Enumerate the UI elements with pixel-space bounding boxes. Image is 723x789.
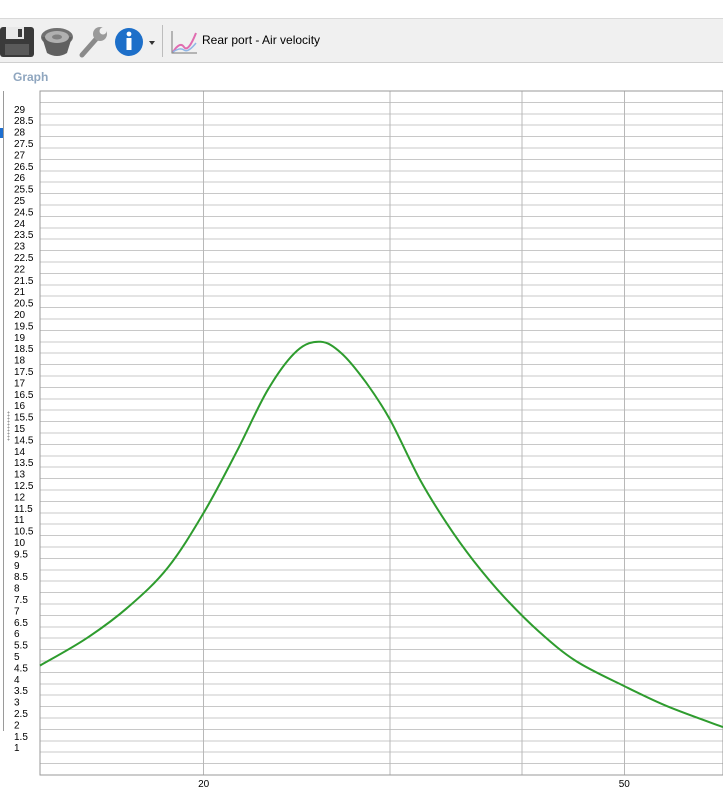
y-tick-label: 15	[14, 424, 26, 435]
y-tick-label: 19	[14, 333, 26, 344]
y-tick-label: 6.5	[14, 618, 28, 629]
y-tick-label: 25	[14, 196, 26, 207]
y-tick-label: 24	[14, 219, 26, 230]
y-tick-label: 10	[14, 538, 26, 549]
y-tick-label: 14	[14, 447, 26, 458]
y-tick-label: 23.5	[14, 230, 34, 241]
y-tick-label: 1.5	[14, 732, 28, 743]
y-tick-label: 12.5	[14, 481, 34, 492]
y-tick-label: 4	[14, 675, 20, 686]
y-tick-label: 16	[14, 401, 26, 412]
y-tick-label: 8	[14, 584, 20, 595]
y-tick-label: 13	[14, 470, 26, 481]
y-tick-label: 3.5	[14, 686, 28, 697]
x-tick-label: 20	[198, 779, 210, 789]
y-tick-label: 25.5	[14, 185, 34, 196]
y-tick-label: 22	[14, 264, 26, 275]
y-tick-label: 4.5	[14, 663, 28, 674]
y-tick-label: 11.5	[14, 504, 33, 515]
y-tick-label: 15.5	[14, 413, 34, 424]
y-tick-label: 26.5	[14, 162, 34, 173]
air-velocity-line	[39, 340, 723, 729]
y-tick-label: 5	[14, 652, 20, 663]
y-tick-label: 5.5	[14, 641, 28, 652]
y-tick-label: 27	[14, 150, 26, 161]
y-tick-label: 21	[14, 287, 26, 298]
y-tick-label: 26	[14, 173, 26, 184]
y-tick-label: 16.5	[14, 390, 34, 401]
y-tick-label: 23	[14, 242, 26, 253]
y-tick-label: 3	[14, 698, 20, 709]
y-tick-label: 7	[14, 606, 20, 617]
y-tick-label: 19.5	[14, 321, 34, 332]
chart-grid	[40, 90, 723, 775]
x-tick-label: 50	[619, 779, 631, 789]
y-tick-label: 17.5	[14, 367, 34, 378]
y-tick-label: 1	[14, 743, 20, 754]
y-tick-label: 9	[14, 561, 20, 572]
y-tick-label: 14.5	[14, 435, 34, 446]
y-tick-label: 11	[14, 515, 25, 526]
y-tick-label: 29	[14, 105, 26, 116]
air-velocity-chart: 11.522.533.544.555.566.577.588.599.51010…	[14, 90, 723, 789]
y-tick-label: 18	[14, 356, 26, 367]
y-tick-label: 13.5	[14, 458, 34, 469]
y-tick-label: 27.5	[14, 139, 34, 150]
y-tick-label: 2	[14, 720, 20, 731]
y-tick-label: 17	[14, 378, 26, 389]
y-tick-label: 8.5	[14, 572, 28, 583]
y-tick-label: 12	[14, 492, 26, 503]
chart-series	[39, 340, 723, 729]
y-tick-label: 28	[14, 128, 26, 139]
y-tick-label: 2.5	[14, 709, 28, 720]
y-tick-label: 22.5	[14, 253, 34, 264]
y-tick-label: 10.5	[14, 527, 34, 538]
y-tick-label: 28.5	[14, 116, 34, 127]
y-tick-label: 20.5	[14, 299, 34, 310]
x-axis-labels: 20 50	[198, 779, 630, 789]
y-tick-label: 9.5	[14, 549, 28, 560]
y-axis-labels: 11.522.533.544.555.566.577.588.599.51010…	[14, 105, 34, 754]
y-tick-label: 24.5	[14, 207, 34, 218]
y-tick-label: 7.5	[14, 595, 28, 606]
y-tick-label: 21.5	[14, 276, 34, 287]
y-tick-label: 18.5	[14, 344, 34, 355]
y-tick-label: 20	[14, 310, 26, 321]
y-tick-label: 6	[14, 629, 20, 640]
